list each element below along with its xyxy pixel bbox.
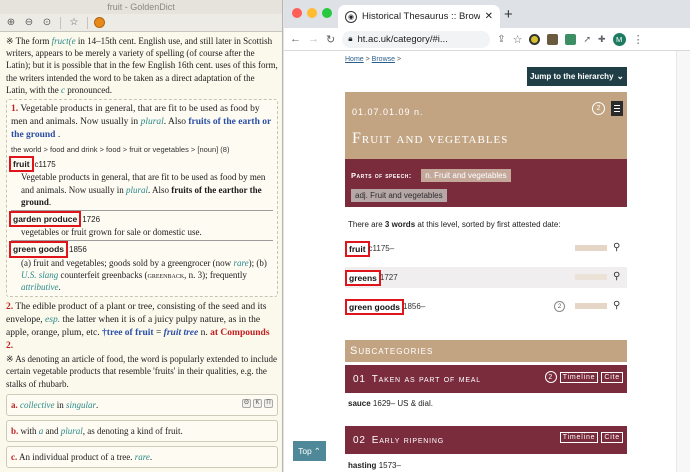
minimize-window-icon[interactable] — [307, 8, 317, 18]
maximize-window-icon[interactable] — [322, 8, 332, 18]
divider — [11, 210, 273, 212]
jump-to-hierarchy-button[interactable]: Jump to the hierarchy ⌄ — [527, 67, 627, 86]
sense-2c: c. An individual product of a tree. rare… — [6, 446, 278, 469]
pi-button[interactable]: П — [264, 398, 273, 408]
zoom-out-icon[interactable]: ⊖ — [22, 16, 36, 30]
web-page: Home > Browse > Jump to the hierarchy ⌄ … — [284, 51, 676, 472]
site-favicon-icon: ◉ — [345, 10, 357, 23]
extension-icon[interactable] — [565, 33, 577, 45]
entry-fruit: fruit c1175 Vegetable products in general… — [9, 156, 266, 207]
search-icon[interactable]: ⚲ — [613, 242, 620, 253]
pos-noun-chip[interactable]: n. Fruit and vegetables — [421, 169, 511, 182]
url-input[interactable]: 🔒︎ ht.ac.uk/category/#i... — [342, 30, 491, 48]
browser-menu-icon[interactable]: ⋮ — [633, 33, 644, 46]
back-icon[interactable]: ← — [290, 33, 301, 45]
close-window-icon[interactable] — [292, 8, 302, 18]
cite-button[interactable]: Cite — [601, 371, 623, 383]
breadcrumb-home[interactable]: Home — [345, 56, 364, 63]
reload-icon[interactable]: ↻ — [326, 33, 335, 46]
subcategory-count-badge[interactable]: 2 — [544, 371, 557, 383]
bird-extension-icon[interactable]: ➚ — [583, 34, 591, 45]
word-row-greens[interactable]: greens 1727 ⚲ — [345, 267, 627, 288]
k-button[interactable]: K — [253, 398, 262, 408]
close-tab-icon[interactable]: ✕ — [485, 11, 493, 22]
word-link[interactable]: green goods — [344, 298, 405, 315]
theta-button[interactable]: Θ — [242, 398, 251, 408]
intro-note: ※ The form fruct(e in 14–15th cent. Engl… — [6, 36, 278, 95]
category-menu-icon[interactable] — [611, 101, 623, 116]
goldendict-window: fruit - GoldenDict ⊕ ⊖ ⊙ ☆ ※ The form fr… — [0, 0, 283, 472]
word-row-fruit[interactable]: fruit c1175– ⚲ — [345, 238, 627, 259]
subcategory-02[interactable]: 02 Early ripening Timeline Cite — [345, 426, 627, 454]
entry-garden-produce: garden produce 1726 vegetables or fruit g… — [8, 210, 202, 238]
toolbar-divider — [87, 16, 88, 29]
subcategory-01[interactable]: 01 Taken as part of meal 2 Timeline Cite — [345, 365, 627, 393]
toolbar: ⊕ ⊖ ⊙ ☆ — [0, 14, 282, 32]
search-icon[interactable]: ⚲ — [613, 300, 620, 311]
divider — [11, 240, 273, 242]
menu-icon[interactable] — [94, 17, 105, 28]
extension-icon[interactable] — [547, 33, 559, 45]
subcategory-first-word: hasting 1573– — [348, 461, 401, 470]
page-scrollbar[interactable] — [676, 51, 690, 472]
timeline-bar — [575, 274, 607, 280]
sense-2b: b. with a and plural, as denoting a kind… — [6, 420, 278, 443]
word-count-text: There are 3 words at this level, sorted … — [348, 220, 561, 229]
forward-icon[interactable]: → — [308, 33, 319, 45]
tab-bar: ◉ Historical Thesaurus :: Browse ✕ + — [284, 0, 690, 28]
timeline-bar — [575, 303, 607, 309]
window-title: fruit - GoldenDict — [0, 0, 282, 14]
timeline-bar — [575, 245, 607, 251]
word-link[interactable]: fruit — [345, 240, 370, 257]
search-icon[interactable]: ⚲ — [613, 271, 620, 282]
sense-1: 1. Vegetable products in general, that a… — [6, 99, 278, 298]
pos-adj-chip[interactable]: adj. Fruit and vegetables — [351, 189, 447, 202]
sense-2: 2. The edible product of a plant or tree… — [6, 302, 277, 389]
breadcrumb: Home > Browse > — [345, 56, 402, 63]
subcategories-heading: Subcategories — [345, 340, 627, 362]
profile-avatar[interactable]: M — [612, 32, 626, 46]
entry-green-goods: green goods 1856 (a) fruit and vegetables… — [8, 241, 267, 293]
cite-button[interactable]: Cite — [601, 432, 623, 443]
timeline-button[interactable]: Timeline — [559, 371, 599, 383]
word-row-green-goods[interactable]: green goods 1856– 2 ⚲ — [344, 296, 627, 317]
word-link[interactable]: greens — [345, 269, 381, 286]
chevron-up-icon: ⌃ — [313, 445, 321, 456]
entry-word: green goods — [8, 241, 69, 258]
entry-word: garden produce — [8, 210, 82, 228]
link-tree-of-fruit[interactable]: †tree of fruit — [102, 328, 154, 338]
word-count-badge[interactable]: 2 — [554, 301, 565, 312]
puzzle-extensions-icon[interactable]: ✚ — [598, 34, 606, 45]
parts-of-speech: Parts of speech: n. Fruit and vegetables… — [345, 159, 627, 207]
page-title: Fruit and vegetables — [352, 130, 509, 147]
address-bar: ← → ↻ 🔒︎ ht.ac.uk/category/#i... ⇪ ☆ ➚ ✚… — [284, 28, 690, 51]
bookmark-star-icon[interactable]: ☆ — [513, 33, 523, 46]
sense-1-definition: 1. Vegetable products in general, that a… — [11, 104, 272, 141]
breadcrumb-browse[interactable]: Browse — [372, 56, 395, 63]
sense-buttons: ΘKП — [242, 398, 273, 408]
subcategory-first-word: sauce 1629– US & dial. — [348, 399, 433, 408]
extension-icon[interactable] — [529, 33, 541, 45]
entry-word: fruit — [9, 156, 34, 173]
category-header: 01.07.01.09 n. Fruit and vegetables 2 — [345, 92, 627, 159]
lock-icon: 🔒︎ — [348, 34, 353, 43]
tab-historical-thesaurus[interactable]: ◉ Historical Thesaurus :: Browse ✕ — [338, 5, 500, 28]
star-icon[interactable]: ☆ — [67, 16, 81, 30]
hierarchy-path: the world > food and drink > food > frui… — [11, 145, 230, 155]
browser-window: ◉ Historical Thesaurus :: Browse ✕ + ← →… — [284, 0, 690, 472]
chevron-down-icon: ⌄ — [616, 71, 625, 81]
back-to-top-button[interactable]: Top ⌃ — [293, 441, 326, 461]
share-icon[interactable]: ⇪ — [497, 34, 505, 45]
category-code: 01.07.01.09 n. — [352, 107, 424, 117]
zoom-reset-icon[interactable]: ⊙ — [40, 16, 54, 30]
toolbar-divider — [60, 16, 61, 29]
zoom-in-icon[interactable]: ⊕ — [4, 16, 18, 30]
link-fruit-tree[interactable]: fruit tree — [164, 328, 199, 338]
timeline-button[interactable]: Timeline — [559, 432, 599, 443]
new-tab-icon[interactable]: + — [504, 6, 513, 23]
category-count-badge[interactable]: 2 — [592, 102, 605, 115]
article-body: ※ The form fruct(e in 14–15th cent. Engl… — [0, 32, 282, 469]
sense-2a: a. collective in singular. ΘKП — [6, 393, 278, 417]
screen: fruit - GoldenDict ⊕ ⊖ ⊙ ☆ ※ The form fr… — [0, 0, 690, 472]
